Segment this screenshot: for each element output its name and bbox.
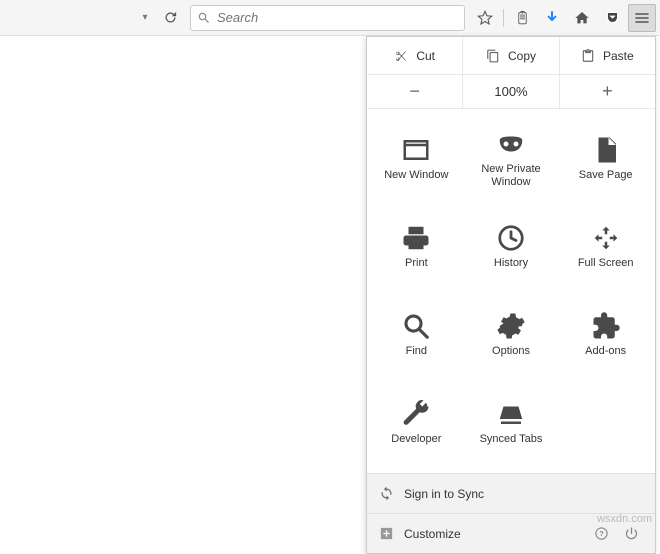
print-button[interactable]: Print: [369, 203, 464, 291]
label: Add-ons: [585, 345, 626, 358]
label: Save Page: [579, 169, 633, 182]
copy-button[interactable]: Copy: [462, 37, 558, 74]
window-icon: [401, 135, 431, 165]
paste-button[interactable]: Paste: [559, 37, 655, 74]
magnifier-icon: [401, 311, 431, 341]
reload-icon: [163, 10, 178, 25]
browser-toolbar: ▾: [0, 0, 660, 36]
home-button[interactable]: [568, 4, 596, 32]
search-icon: [197, 11, 211, 25]
home-icon: [574, 10, 590, 26]
label: Options: [492, 345, 530, 358]
watermark: wsxdn.com: [597, 513, 652, 525]
addons-button[interactable]: Add-ons: [558, 291, 653, 379]
zoom-row: − 100% +: [367, 75, 655, 109]
save-page-button[interactable]: Save Page: [558, 115, 653, 203]
options-button[interactable]: Options: [464, 291, 559, 379]
wrench-icon: [401, 399, 431, 429]
copy-label: Copy: [508, 49, 536, 63]
downloads-button[interactable]: [538, 4, 566, 32]
star-icon: [477, 10, 493, 26]
printer-icon: [401, 223, 431, 253]
bookmark-star-button[interactable]: [471, 4, 499, 32]
download-arrow-icon: [544, 10, 560, 26]
pocket-icon: [605, 10, 620, 25]
label: Synced Tabs: [480, 433, 543, 446]
edit-row: Cut Copy Paste: [367, 37, 655, 75]
label: Full Screen: [578, 257, 634, 270]
menu-button[interactable]: [628, 4, 656, 32]
full-screen-button[interactable]: Full Screen: [558, 203, 653, 291]
new-window-button[interactable]: New Window: [369, 115, 464, 203]
mask-icon: [496, 129, 526, 159]
label: New Private Window: [481, 163, 540, 189]
app-menu-panel: Cut Copy Paste − 100% + New Window New P…: [366, 36, 656, 554]
help-icon: ?: [594, 526, 609, 541]
label: History: [494, 257, 528, 270]
developer-button[interactable]: Developer: [369, 379, 464, 467]
help-button[interactable]: ?: [589, 522, 613, 546]
plus-box-icon: [379, 526, 394, 541]
quit-button[interactable]: [619, 522, 643, 546]
cut-button[interactable]: Cut: [367, 37, 462, 74]
zoom-out-button[interactable]: −: [367, 75, 462, 108]
label: Developer: [391, 433, 441, 446]
svg-text:?: ?: [599, 529, 604, 538]
label: Find: [406, 345, 427, 358]
tabs-icon: [496, 399, 526, 429]
footer-icons: ?: [589, 522, 643, 546]
history-button[interactable]: History: [464, 203, 559, 291]
pocket-button[interactable]: [598, 4, 626, 32]
sync-icon: [379, 486, 394, 501]
toolbar-divider: [503, 9, 504, 27]
synced-tabs-button[interactable]: Synced Tabs: [464, 379, 559, 467]
page-icon: [591, 135, 621, 165]
new-private-window-button[interactable]: New Private Window: [464, 115, 559, 203]
fullscreen-icon: [591, 223, 621, 253]
puzzle-icon: [591, 311, 621, 341]
paste-label: Paste: [603, 49, 634, 63]
clock-icon: [496, 223, 526, 253]
power-icon: [624, 526, 639, 541]
clipboard-icon: [515, 10, 530, 25]
menu-grid: New Window New Private Window Save Page …: [367, 109, 655, 473]
cut-label: Cut: [416, 49, 435, 63]
label: Print: [405, 257, 428, 270]
history-dropdown[interactable]: ▾: [136, 12, 154, 23]
search-box[interactable]: [190, 5, 465, 31]
sign-in-label: Sign in to Sync: [404, 487, 484, 501]
copy-icon: [486, 49, 500, 63]
find-button[interactable]: Find: [369, 291, 464, 379]
zoom-level[interactable]: 100%: [462, 75, 558, 108]
library-button[interactable]: [508, 4, 536, 32]
scissors-icon: [394, 49, 408, 63]
gear-icon: [496, 311, 526, 341]
customize-label: Customize: [404, 527, 461, 541]
zoom-in-button[interactable]: +: [559, 75, 655, 108]
search-input[interactable]: [217, 10, 458, 25]
customize-button[interactable]: Customize: [379, 526, 461, 541]
paste-icon: [581, 49, 595, 63]
reload-button[interactable]: [156, 4, 184, 32]
label: New Window: [384, 169, 448, 182]
sign-in-sync-button[interactable]: Sign in to Sync: [367, 473, 655, 513]
hamburger-icon: [634, 10, 650, 26]
